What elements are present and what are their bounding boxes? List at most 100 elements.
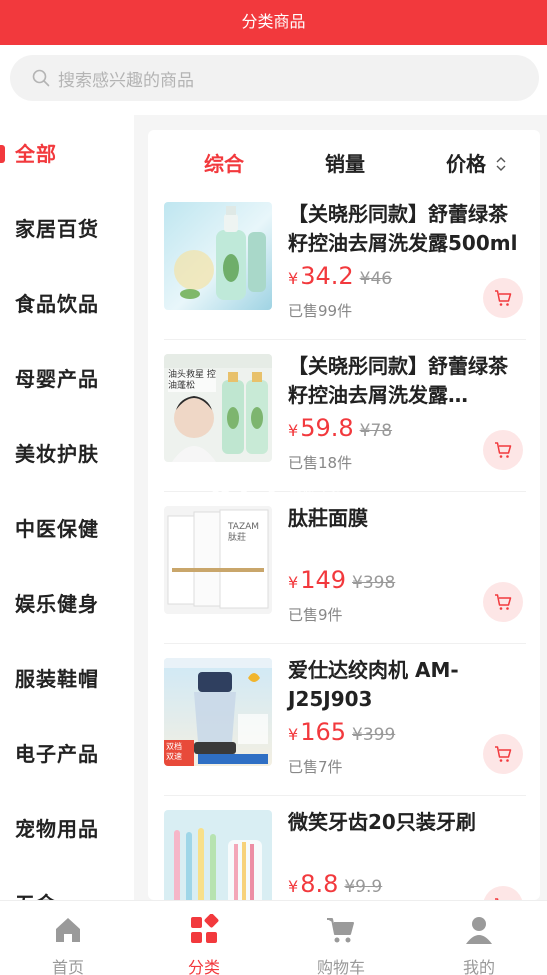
- currency-symbol: ¥: [288, 269, 299, 288]
- tab-category[interactable]: 分类: [136, 901, 272, 975]
- currency-symbol: ¥: [288, 877, 299, 896]
- sidebar-item-pets[interactable]: 宠物用品: [0, 790, 134, 865]
- cart-icon: [495, 442, 512, 458]
- watermark: K73 游戏之家: [210, 470, 341, 505]
- sidebar-item-label: 电子产品: [15, 742, 99, 766]
- price-value: 165: [300, 718, 346, 746]
- home-icon: [56, 918, 80, 942]
- sidebar-item-label: 家居百货: [15, 217, 99, 241]
- tab-label: 购物车: [316, 958, 365, 975]
- sold-count: 已售9件: [288, 606, 343, 624]
- product-price: ¥149 ¥398: [288, 566, 395, 594]
- add-to-cart-button[interactable]: [483, 278, 523, 318]
- image-caption: 油头救星 控油蓬松: [168, 370, 216, 392]
- sort-price-tab[interactable]: 价格: [446, 148, 507, 177]
- sidebar-item-label: 母婴产品: [15, 367, 99, 391]
- page: { "header": { "title": "分类商品" }, "search…: [0, 0, 547, 975]
- product-image: [164, 810, 272, 900]
- tab-home[interactable]: 首页: [0, 901, 136, 975]
- add-to-cart-button[interactable]: [483, 430, 523, 470]
- cart-icon: [327, 918, 354, 943]
- original-price: ¥46: [359, 269, 393, 289]
- product-image: TAZAM 肽莊: [164, 506, 272, 614]
- sidebar-item-fitness[interactable]: 娱乐健身: [0, 565, 134, 640]
- category-sidebar: 全部 家居百货 食品饮品 母婴产品 美妆护肤 中医保健 娱乐健身 服装鞋帽 电子…: [0, 115, 134, 900]
- cart-icon: [495, 290, 512, 306]
- sidebar-item-label: 宠物用品: [15, 817, 99, 841]
- product-price: ¥59.8 ¥78: [288, 414, 392, 442]
- cart-icon: [495, 594, 512, 610]
- add-to-cart-button[interactable]: [483, 734, 523, 774]
- search-icon: [32, 69, 50, 87]
- page-title: 分类商品: [241, 12, 306, 31]
- sidebar-item-label: 娱乐健身: [15, 592, 99, 616]
- price-value: 8.8: [300, 870, 339, 898]
- sidebar-item-beauty[interactable]: 美妆护肤: [0, 415, 134, 490]
- price-value: 34.2: [300, 262, 354, 290]
- search-input[interactable]: 搜索感兴趣的商品: [10, 55, 539, 101]
- product-card[interactable]: 【关晓彤同款】舒蕾绿茶籽控油去屑洗发露500ml ¥34.2 ¥46 已售99件: [164, 190, 526, 340]
- price-value: 149: [300, 566, 346, 594]
- price-value: 59.8: [300, 414, 354, 442]
- product-price: ¥165 ¥399: [288, 718, 395, 746]
- search-placeholder: 搜索感兴趣的商品: [58, 70, 194, 91]
- add-to-cart-button[interactable]: [483, 582, 523, 622]
- sidebar-item-all[interactable]: 全部: [0, 115, 134, 190]
- user-icon: [466, 917, 492, 944]
- original-price: ¥399: [352, 725, 396, 745]
- sidebar-item-home-goods[interactable]: 家居百货: [0, 190, 134, 265]
- tab-label: 我的: [462, 958, 495, 975]
- product-card[interactable]: TAZAM 肽莊 肽莊面膜 ¥149 ¥398 已售9件: [164, 494, 526, 644]
- watermark-sub: 游戏之家: [289, 486, 342, 500]
- sidebar-item-label: 全部: [15, 142, 57, 166]
- product-image: 双档 双速: [164, 658, 272, 766]
- product-image: [164, 202, 272, 310]
- sidebar-item-label: 服装鞋帽: [15, 667, 99, 691]
- category-icon: [191, 914, 219, 943]
- original-price: ¥398: [352, 573, 396, 593]
- sidebar-item-electronics[interactable]: 电子产品: [0, 715, 134, 790]
- product-price: ¥34.2 ¥46: [288, 262, 392, 290]
- product-price: ¥8.8 ¥9.9: [288, 870, 382, 898]
- product-card[interactable]: 双档 双速 爱仕达绞肉机 AM-J25J903 ¥165 ¥399 已售7件: [164, 646, 526, 796]
- original-price: ¥9.9: [344, 877, 383, 897]
- tab-label: 分类: [187, 958, 220, 975]
- sidebar-item-label: 中医保健: [15, 517, 99, 541]
- sold-count: 已售99件: [288, 302, 353, 320]
- bottom-tab-bar: 首页 分类 购物车 我的: [0, 900, 547, 975]
- image-caption: 双档 双速: [166, 742, 182, 761]
- currency-symbol: ¥: [288, 421, 299, 440]
- tab-cart[interactable]: 购物车: [273, 901, 409, 975]
- sold-count: 已售7件: [288, 758, 343, 776]
- sidebar-item-health[interactable]: 中医保健: [0, 490, 134, 565]
- cart-icon: [495, 746, 512, 762]
- original-price: ¥78: [359, 421, 393, 441]
- sort-sales-tab[interactable]: 销量: [325, 148, 365, 177]
- product-panel: 综合 销量 价格 【关晓彤同款】舒蕾绿茶籽控油去屑洗发露500ml ¥34.2 …: [148, 130, 540, 900]
- header-bar: 分类商品: [0, 0, 547, 45]
- watermark-main: K73: [210, 470, 278, 505]
- product-title: 【关晓彤同款】舒蕾绿茶籽控油去屑洗发露…: [288, 354, 508, 407]
- sort-arrows-icon: [496, 157, 506, 171]
- tab-label: 首页: [51, 958, 84, 975]
- currency-symbol: ¥: [288, 573, 299, 592]
- image-caption: TAZAM 肽莊: [228, 522, 260, 543]
- add-to-cart-button[interactable]: [483, 886, 523, 900]
- sidebar-item-label: 五金: [15, 888, 57, 900]
- sort-overall-tab[interactable]: 综合: [204, 148, 244, 177]
- product-image: 油头救星 控油蓬松: [164, 354, 272, 462]
- product-card[interactable]: 微笑牙齿20只装牙刷 ¥8.8 ¥9.9: [164, 798, 526, 900]
- product-title: 微笑牙齿20只装牙刷: [288, 810, 476, 834]
- sidebar-item-apparel[interactable]: 服装鞋帽: [0, 640, 134, 715]
- currency-symbol: ¥: [288, 725, 299, 744]
- sidebar-item-baby[interactable]: 母婴产品: [0, 340, 134, 415]
- sidebar-item-hardware[interactable]: 五金: [0, 865, 134, 900]
- product-title: 肽莊面膜: [288, 506, 368, 530]
- product-title: 【关晓彤同款】舒蕾绿茶籽控油去屑洗发露500ml: [288, 202, 518, 255]
- tab-profile[interactable]: 我的: [411, 901, 547, 975]
- product-title: 爱仕达绞肉机 AM-J25J903: [288, 658, 459, 711]
- search-area: 搜索感兴趣的商品: [0, 45, 547, 115]
- sidebar-item-food[interactable]: 食品饮品: [0, 265, 134, 340]
- sidebar-item-label: 食品饮品: [15, 292, 99, 316]
- sort-bar: 综合 销量 价格: [148, 130, 540, 190]
